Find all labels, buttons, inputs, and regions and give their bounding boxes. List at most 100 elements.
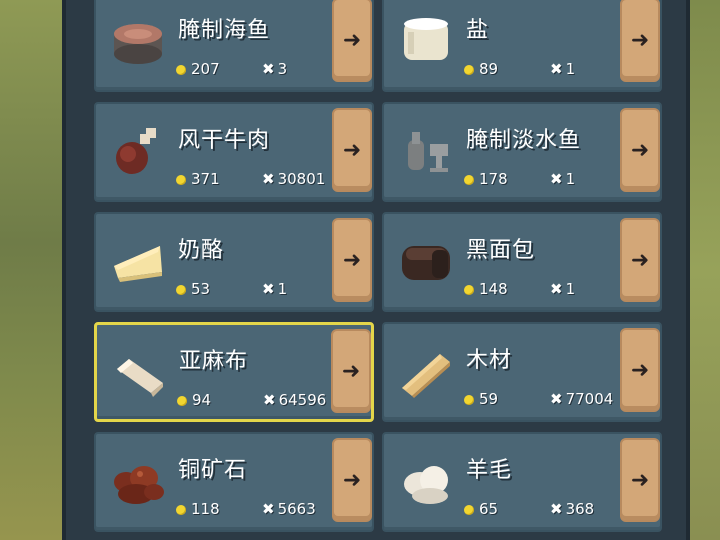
quantity-value: 30801 — [277, 170, 326, 188]
quantity-value: 77004 — [565, 390, 614, 408]
wool-icon — [398, 452, 454, 508]
multiply-icon: ✖ — [550, 170, 563, 188]
item-quantity: ✖ 368 — [550, 500, 622, 518]
dried-beef-icon — [110, 122, 166, 178]
item-name: 黑面包 — [466, 238, 536, 263]
arrow-right-icon: ➜ — [342, 247, 362, 273]
trade-item-card[interactable]: 奶酪 53 ✖ 1 ➜ — [94, 212, 374, 312]
arrow-right-icon: ➜ — [630, 27, 650, 53]
item-name: 腌制海鱼 — [178, 18, 271, 43]
arrow-right-icon: ➜ — [342, 137, 362, 163]
coin-icon — [177, 395, 187, 406]
item-price: 53 — [176, 280, 210, 298]
price-value: 371 — [191, 170, 220, 188]
coin-icon — [176, 504, 186, 515]
arrow-right-icon: ➜ — [630, 137, 650, 163]
transfer-arrow-button[interactable]: ➜ — [620, 438, 660, 522]
item-price: 148 — [464, 280, 508, 298]
item-quantity: ✖ 1 — [550, 60, 622, 78]
salt-icon — [398, 12, 454, 68]
item-name: 腌制淡水鱼 — [466, 128, 582, 153]
multiply-icon: ✖ — [263, 391, 276, 409]
coin-icon — [464, 64, 474, 75]
black-bread-icon — [398, 232, 454, 288]
arrow-right-icon: ➜ — [342, 27, 362, 53]
quantity-value: 1 — [565, 280, 576, 298]
item-price: 94 — [177, 391, 211, 409]
trade-panel: 腌制海鱼 207 ✖ 3 ➜ 盐 89 ✖ 1 ➜ 风干牛肉 371 ✖ 308… — [62, 0, 690, 540]
arrow-right-icon: ➜ — [630, 467, 650, 493]
item-price: 89 — [464, 60, 498, 78]
salted-freshwater-fish-icon — [398, 122, 454, 178]
item-name: 亚麻布 — [179, 349, 249, 374]
item-quantity: ✖ 64596 — [263, 391, 335, 409]
transfer-arrow-button[interactable]: ➜ — [332, 438, 372, 522]
price-value: 53 — [191, 280, 211, 298]
item-name: 铜矿石 — [178, 458, 248, 483]
arrow-right-icon: ➜ — [342, 467, 362, 493]
item-name: 羊毛 — [466, 458, 513, 483]
multiply-icon: ✖ — [262, 170, 275, 188]
trade-item-card[interactable]: 腌制淡水鱼 178 ✖ 1 ➜ — [382, 102, 662, 202]
price-value: 178 — [479, 170, 508, 188]
quantity-value: 64596 — [278, 391, 327, 409]
background-grass-right — [690, 0, 720, 540]
trade-item-card-selected[interactable]: 亚麻布 94 ✖ 64596 ➜ — [94, 322, 374, 422]
item-quantity: ✖ 1 — [550, 280, 622, 298]
transfer-arrow-button[interactable]: ➜ — [620, 108, 660, 192]
item-price: 118 — [176, 500, 220, 518]
coin-icon — [176, 64, 186, 75]
multiply-icon: ✖ — [262, 500, 275, 518]
multiply-icon: ✖ — [550, 60, 563, 78]
coin-icon — [464, 504, 474, 515]
trade-item-card[interactable]: 黑面包 148 ✖ 1 ➜ — [382, 212, 662, 312]
arrow-right-icon: ➜ — [630, 357, 650, 383]
transfer-arrow-button[interactable]: ➜ — [332, 218, 372, 302]
transfer-arrow-button[interactable]: ➜ — [332, 0, 372, 82]
multiply-icon: ✖ — [550, 390, 563, 408]
trade-item-card[interactable]: 盐 89 ✖ 1 ➜ — [382, 0, 662, 92]
item-price: 371 — [176, 170, 220, 188]
arrow-right-icon: ➜ — [630, 247, 650, 273]
price-value: 94 — [192, 391, 212, 409]
price-value: 59 — [479, 390, 499, 408]
arrow-right-icon: ➜ — [341, 358, 361, 384]
item-quantity: ✖ 30801 — [262, 170, 334, 188]
item-quantity: ✖ 3 — [262, 60, 334, 78]
price-value: 148 — [479, 280, 508, 298]
item-price: 65 — [464, 500, 498, 518]
transfer-arrow-button[interactable]: ➜ — [620, 218, 660, 302]
item-name: 奶酪 — [178, 238, 225, 263]
multiply-icon: ✖ — [262, 280, 275, 298]
trade-item-card[interactable]: 铜矿石 118 ✖ 5663 ➜ — [94, 432, 374, 532]
background-grass-left — [0, 0, 62, 540]
item-name: 盐 — [466, 18, 490, 43]
trade-item-card[interactable]: 木材 59 ✖ 77004 ➜ — [382, 322, 662, 422]
transfer-arrow-button[interactable]: ➜ — [620, 0, 660, 82]
item-quantity: ✖ 77004 — [550, 390, 622, 408]
item-name: 木材 — [466, 348, 513, 373]
price-value: 118 — [191, 500, 220, 518]
quantity-value: 5663 — [277, 500, 316, 518]
transfer-arrow-button[interactable]: ➜ — [332, 108, 372, 192]
price-value: 207 — [191, 60, 220, 78]
transfer-arrow-button[interactable]: ➜ — [620, 328, 660, 412]
item-price: 207 — [176, 60, 220, 78]
transfer-arrow-button[interactable]: ➜ — [331, 329, 371, 413]
linen-icon — [111, 343, 167, 399]
multiply-icon: ✖ — [262, 60, 275, 78]
trade-item-card[interactable]: 腌制海鱼 207 ✖ 3 ➜ — [94, 0, 374, 92]
quantity-value: 368 — [565, 500, 595, 518]
item-price: 178 — [464, 170, 508, 188]
cheese-icon — [110, 232, 166, 288]
copper-ore-icon — [110, 452, 166, 508]
coin-icon — [176, 284, 186, 295]
trade-item-card[interactable]: 羊毛 65 ✖ 368 ➜ — [382, 432, 662, 532]
coin-icon — [464, 174, 474, 185]
coin-icon — [176, 174, 186, 185]
trade-item-card[interactable]: 风干牛肉 371 ✖ 30801 ➜ — [94, 102, 374, 202]
quantity-value: 1 — [277, 280, 288, 298]
price-value: 89 — [479, 60, 499, 78]
price-value: 65 — [479, 500, 499, 518]
quantity-value: 3 — [277, 60, 288, 78]
